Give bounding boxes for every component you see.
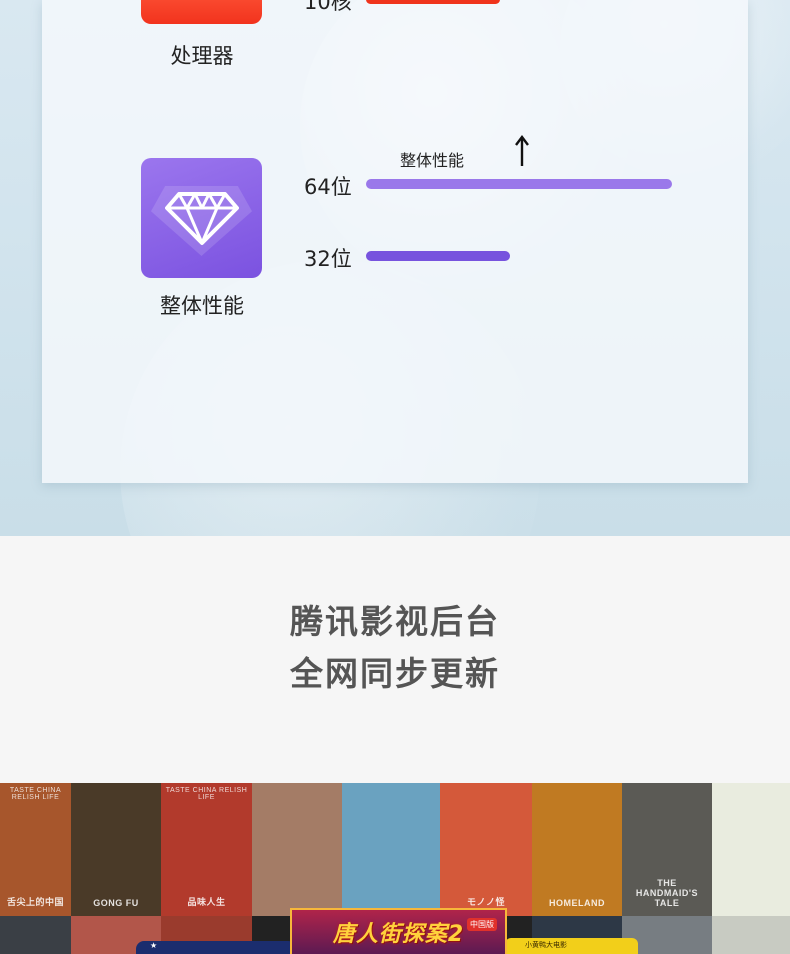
poster[interactable]	[0, 916, 71, 954]
processor-core-label: 10核	[304, 0, 352, 14]
poster-title: 品味人生	[187, 897, 226, 907]
poster-title: GONG FU	[93, 898, 139, 908]
poster[interactable]	[342, 783, 440, 916]
poster[interactable]	[136, 941, 296, 954]
poster-top-text: TASTE CHINA RELISH LIFE	[165, 787, 248, 801]
poster-title: HOMELAND	[549, 898, 605, 908]
bar-caption: 整体性能	[400, 151, 465, 170]
poster[interactable]	[712, 783, 790, 916]
poster[interactable]: THE HANDMAID'S TALE	[622, 783, 712, 916]
poster[interactable]: TASTE CHINA RELISH LIFE 品味人生	[161, 783, 252, 916]
processor-bar	[366, 0, 500, 4]
headline-title: 腾讯影视后台	[290, 602, 500, 641]
bar-32bit	[366, 251, 510, 261]
featured-poster-badge: 中国版	[467, 918, 497, 931]
row-label-64bit: 64位	[304, 175, 352, 199]
poster[interactable]: HOMELAND	[532, 783, 622, 916]
bar-64bit	[366, 179, 672, 189]
poster-title: THE HANDMAID'S TALE	[635, 878, 699, 908]
poster-caption: 小黄鸭大电影	[525, 941, 567, 949]
headline-subtitle: 全网同步更新	[290, 654, 500, 693]
diamond-glyph	[164, 192, 239, 245]
row-label-32bit: 32位	[304, 247, 352, 271]
poster[interactable]: GONG FU	[71, 783, 161, 916]
poster[interactable]	[252, 783, 342, 916]
poster-top-text: TASTE CHINA RELISH LIFE	[9, 787, 62, 801]
poster[interactable]: TASTE CHINA RELISH LIFE 舌尖上的中国	[0, 783, 71, 916]
featured-poster[interactable]: 唐人街探案2 中国版	[290, 908, 507, 954]
poster-title: 舌尖上的中国	[6, 897, 64, 907]
performance-card: 处理器 10核 整体性能 整体性能 64位 32位	[42, 0, 748, 483]
poster[interactable]: モノノ怪	[440, 783, 532, 916]
headline-section: 腾讯影视后台 全网同步更新	[0, 536, 790, 783]
diamond-icon	[141, 158, 262, 278]
performance-label: 整体性能	[160, 294, 244, 318]
star-icon: ★	[150, 941, 158, 950]
featured-poster-title: 唐人街探案2	[332, 922, 465, 947]
processor-icon	[141, 0, 262, 24]
performance-section: 处理器 10核 整体性能 整体性能 64位 32位	[0, 0, 790, 536]
poster[interactable]	[712, 916, 790, 954]
processor-label: 处理器	[170, 44, 234, 68]
arrow-up-icon	[515, 135, 529, 166]
